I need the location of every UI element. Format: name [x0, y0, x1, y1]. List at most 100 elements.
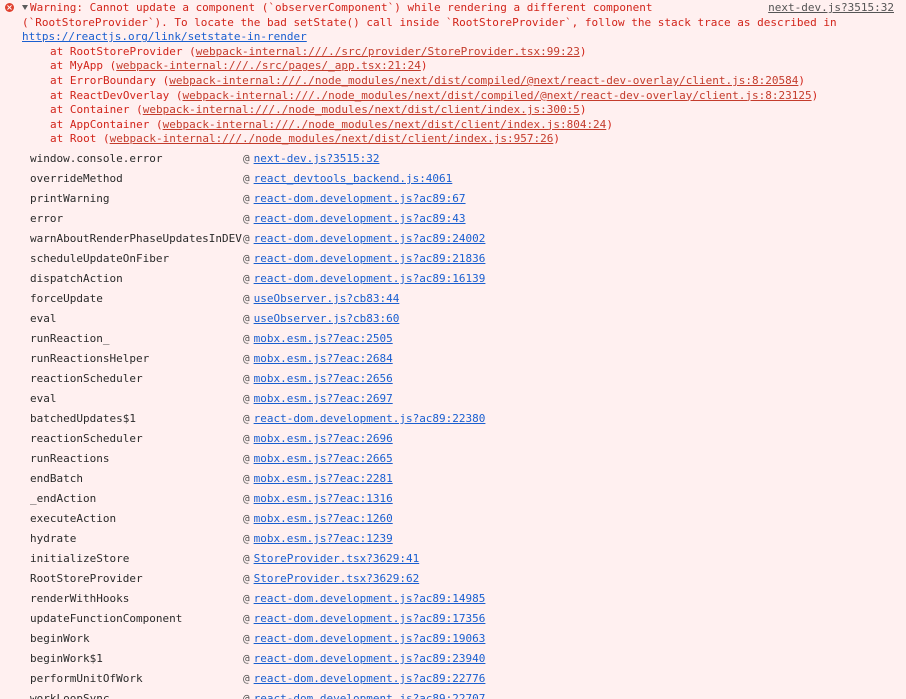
component-trace-fn: at AppContainer (	[50, 117, 163, 131]
stack-frame-function: window.console.error	[30, 151, 163, 165]
stack-frame-location-link[interactable]: react-dom.development.js?ac89:22707	[254, 692, 486, 699]
component-trace-path-link[interactable]: webpack-internal:///./node_modules/next/…	[182, 89, 811, 102]
stack-frame-location-link[interactable]: react-dom.development.js?ac89:14985	[254, 592, 486, 605]
stack-frame-row: dispatchAction @ react-dom.development.js?…	[30, 272, 906, 292]
stack-frame-location-link[interactable]: react-dom.development.js?ac89:43	[254, 212, 466, 225]
expand-triangle-icon[interactable]	[22, 5, 28, 10]
at-symbol: @	[243, 371, 250, 385]
component-trace-path-link[interactable]: webpack-internal:///./src/provider/Store…	[196, 45, 580, 58]
at-symbol: @	[243, 291, 250, 305]
component-trace-line: at RootStoreProvider (webpack-internal:/…	[50, 45, 906, 60]
at-symbol: @	[243, 671, 250, 685]
paren-close: )	[579, 103, 587, 117]
paren-close: )	[798, 73, 805, 87]
paren-close: )	[606, 117, 613, 131]
component-trace-path-link[interactable]: webpack-internal:///./src/pages/_app.tsx…	[116, 59, 421, 72]
stack-frame-function: eval	[30, 311, 57, 325]
stack-frame-location-link[interactable]: mobx.esm.js?7eac:2656	[254, 372, 393, 385]
stack-frame-location-link[interactable]: useObserver.js?cb83:44	[254, 292, 400, 305]
stack-frame-row: renderWithHooks @ react-dom.development.js…	[30, 592, 906, 612]
paren-close: )	[579, 44, 587, 58]
component-trace-line: at Container (webpack-internal:///./node…	[50, 103, 906, 118]
at-symbol: @	[243, 571, 250, 585]
stack-frame-location-link[interactable]: react-dom.development.js?ac89:19063	[254, 632, 486, 645]
paren-close: )	[811, 88, 819, 102]
stack-frame-row: updateFunctionComponent @ react-dom.develo…	[30, 612, 906, 632]
at-symbol: @	[243, 211, 250, 225]
at-symbol: @	[243, 231, 250, 245]
stack-frame-location-link[interactable]: mobx.esm.js?7eac:2665	[254, 452, 393, 465]
stack-frame-function: beginWork	[30, 631, 90, 645]
stack-frame-location-link[interactable]: mobx.esm.js?7eac:2684	[254, 352, 393, 365]
stack-frame-location-link[interactable]: mobx.esm.js?7eac:2281	[254, 472, 393, 485]
at-symbol: @	[243, 351, 250, 365]
stack-frame-row: hydrate @ mobx.esm.js?7eac:1239	[30, 532, 906, 552]
stack-frame-function: overrideMethod	[30, 171, 123, 185]
stack-frame-location-link[interactable]: next-dev.js?3515:32	[254, 152, 380, 165]
stack-frame-row: runReactions @ mobx.esm.js?7eac:2665	[30, 452, 906, 472]
component-trace-fn: at Root (	[50, 132, 110, 146]
stack-frame-location-link[interactable]: react-dom.development.js?ac89:16139	[254, 272, 486, 285]
stack-frame-row: workLoopSync @ react-dom.development.js?ac…	[30, 692, 906, 699]
component-trace-line: at MyApp (webpack-internal:///./src/page…	[50, 59, 906, 74]
stack-frame-row: forceUpdate @ useObserver.js?cb83:44	[30, 292, 906, 312]
stack-frame-row: reactionScheduler @ mobx.esm.js?7eac:2656	[30, 372, 906, 392]
stack-frame-location-link[interactable]: mobx.esm.js?7eac:1316	[254, 492, 393, 505]
stack-frame-location-link[interactable]: mobx.esm.js?7eac:1260	[254, 512, 393, 525]
stack-frame-location-link[interactable]: react-dom.development.js?ac89:67	[254, 192, 466, 205]
stack-frame-function: runReactionsHelper	[30, 351, 150, 365]
at-symbol: @	[243, 511, 250, 525]
stack-frame-function: error	[30, 211, 64, 225]
stack-frame-location-link[interactable]: mobx.esm.js?7eac:2505	[254, 332, 393, 345]
stack-frame-row: overrideMethod @ react_devtools_backend.js…	[30, 172, 906, 192]
stack-frame-location-link[interactable]: react-dom.development.js?ac89:22776	[254, 672, 486, 685]
stack-frame-location-link[interactable]: react-dom.development.js?ac89:17356	[254, 612, 486, 625]
console-panel: × next-dev.js?3515:32 Warning: Cannot up…	[0, 0, 906, 699]
at-symbol: @	[243, 691, 250, 699]
component-trace-path-link[interactable]: webpack-internal:///./node_modules/next/…	[169, 74, 798, 87]
at-symbol: @	[243, 531, 250, 545]
stack-frame-row: runReactionsHelper @ mobx.esm.js?7eac:2684	[30, 352, 906, 372]
stack-frame-location-link[interactable]: react-dom.development.js?ac89:21836	[254, 252, 486, 265]
at-symbol: @	[243, 591, 250, 605]
stack-frame-location-link[interactable]: mobx.esm.js?7eac:1239	[254, 532, 393, 545]
component-trace-path-link[interactable]: webpack-internal:///./node_modules/next/…	[110, 132, 554, 145]
stack-frame-function: scheduleUpdateOnFiber	[30, 251, 170, 265]
stack-frame-row: performUnitOfWork @ react-dom.development.…	[30, 672, 906, 692]
component-trace-line: at ErrorBoundary (webpack-internal:///./…	[50, 74, 906, 89]
error-message: × next-dev.js?3515:32 Warning: Cannot up…	[0, 1, 906, 45]
stack-frame-location-link[interactable]: StoreProvider.tsx?3629:62	[254, 572, 420, 585]
error-circle-icon: ×	[5, 3, 14, 12]
paren-close: )	[420, 59, 428, 73]
source-link[interactable]: next-dev.js?3515:32	[768, 1, 894, 16]
stack-frame-location-link[interactable]: StoreProvider.tsx?3629:41	[254, 552, 420, 565]
stack-frame-function: eval	[30, 391, 57, 405]
stack-frame-function: performUnitOfWork	[30, 671, 143, 685]
component-trace-fn: at MyApp (	[50, 59, 117, 73]
stack-frame-location-link[interactable]: react-dom.development.js?ac89:24002	[254, 232, 486, 245]
stack-trace: window.console.error @ next-dev.js?3515:32…	[0, 152, 906, 699]
component-trace-fn: at ErrorBoundary (	[50, 73, 170, 87]
stack-frame-location-link[interactable]: mobx.esm.js?7eac:2696	[254, 432, 393, 445]
stack-frame-row: warnAboutRenderPhaseUpdatesInDEV@ react-d…	[30, 232, 906, 252]
setstate-docs-link[interactable]: https://reactjs.org/link/setstate-in-ren…	[22, 30, 307, 43]
warning-text: Warning: Cannot update a component (`obs…	[22, 1, 844, 29]
stack-frame-row: eval @ mobx.esm.js?7eac:2697	[30, 392, 906, 412]
component-trace-fn: at ReactDevOverlay (	[50, 88, 183, 102]
stack-frame-row: _endAction @ mobx.esm.js?7eac:1316	[30, 492, 906, 512]
stack-frame-location-link[interactable]: react_devtools_backend.js:4061	[254, 172, 453, 185]
stack-frame-function: hydrate	[30, 531, 77, 545]
component-trace-path-link[interactable]: webpack-internal:///./node_modules/next/…	[143, 103, 580, 116]
stack-frame-row: scheduleUpdateOnFiber @ react-dom.developm…	[30, 252, 906, 272]
component-trace-line: at AppContainer (webpack-internal:///./n…	[50, 118, 906, 133]
stack-frame-function: _endAction	[30, 491, 97, 505]
stack-frame-row: executeAction @ mobx.esm.js?7eac:1260	[30, 512, 906, 532]
stack-frame-row: window.console.error @ next-dev.js?3515:32	[30, 152, 906, 172]
stack-frame-location-link[interactable]: react-dom.development.js?ac89:23940	[254, 652, 486, 665]
component-trace-line: at ReactDevOverlay (webpack-internal:///…	[50, 89, 906, 104]
at-symbol: @	[243, 271, 250, 285]
stack-frame-location-link[interactable]: mobx.esm.js?7eac:2697	[254, 392, 393, 405]
component-trace-path-link[interactable]: webpack-internal:///./node_modules/next/…	[163, 118, 607, 131]
stack-frame-location-link[interactable]: useObserver.js?cb83:60	[254, 312, 400, 325]
stack-frame-location-link[interactable]: react-dom.development.js?ac89:22380	[254, 412, 486, 425]
